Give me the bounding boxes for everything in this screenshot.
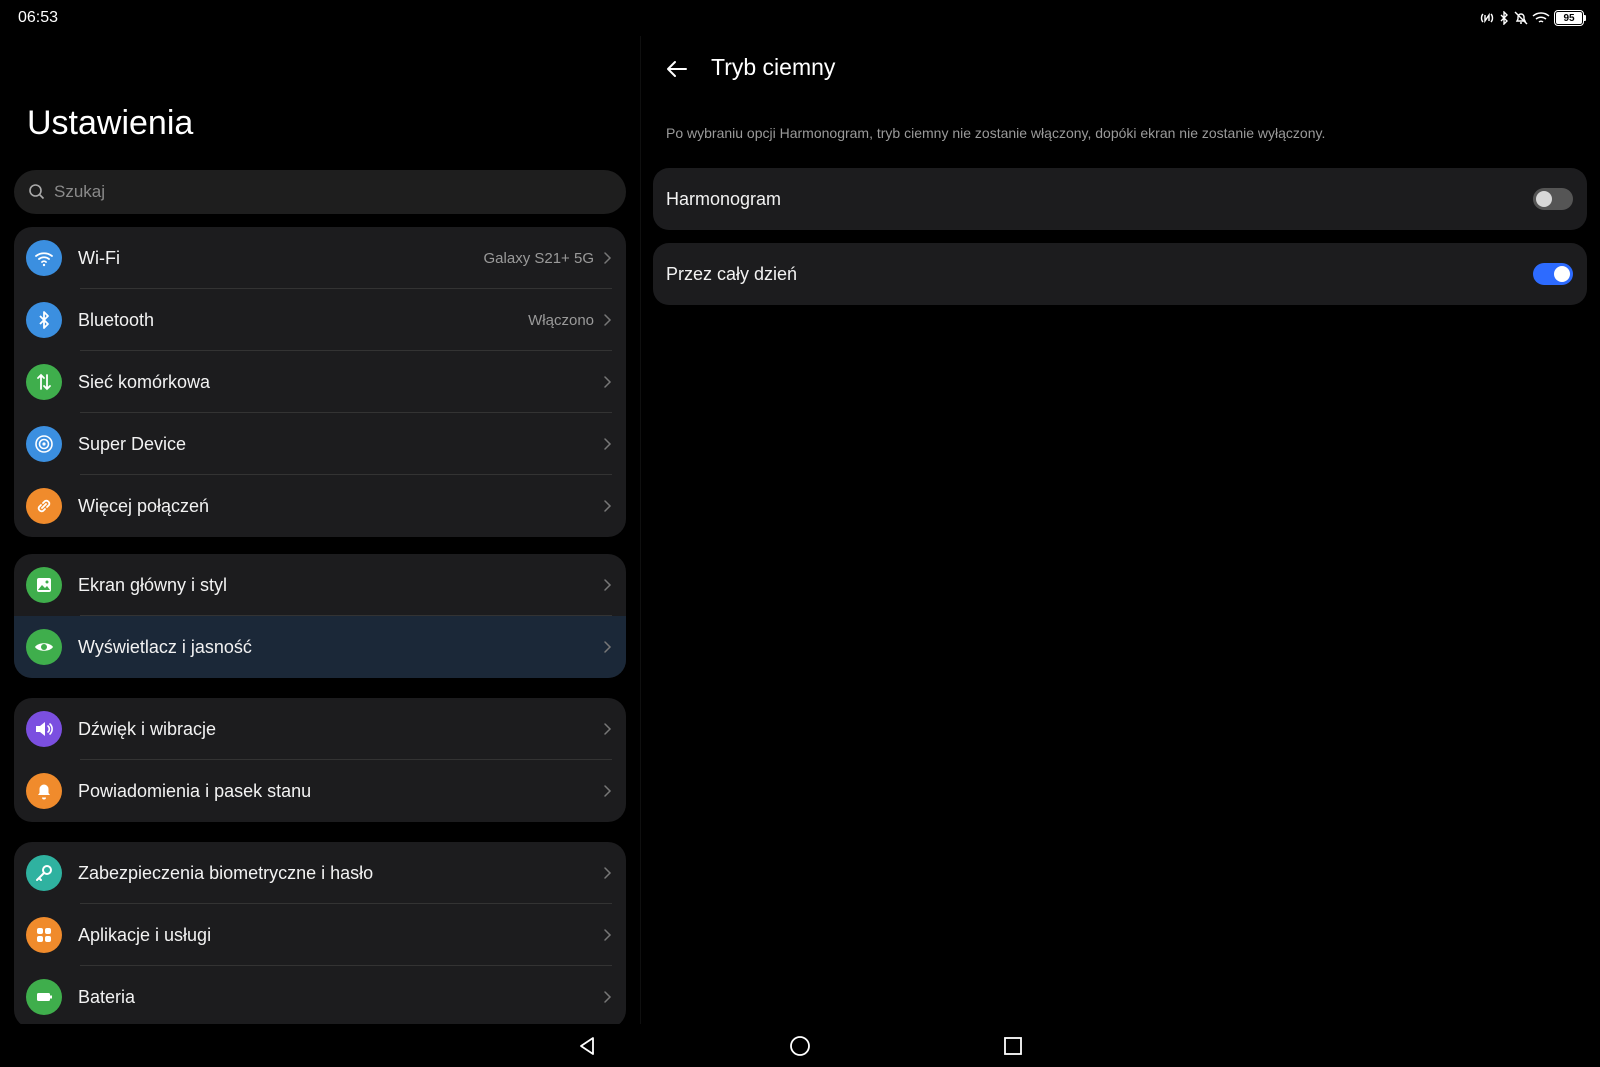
settings-item-label: Zabezpieczenia biometryczne i hasło bbox=[78, 862, 374, 883]
settings-item-value: Galaxy S21+ 5G bbox=[483, 249, 594, 267]
battery-indicator: 95 bbox=[1554, 10, 1586, 26]
settings-group-2: Ekran główny i styl Wyświetlacz i jasność bbox=[14, 554, 626, 678]
navigation-bar bbox=[0, 1024, 1600, 1067]
settings-item-label: Aplikacje i usługi bbox=[78, 924, 212, 945]
search-bar[interactable] bbox=[14, 170, 626, 214]
settings-item-label: Wi-Fi bbox=[78, 247, 120, 268]
search-input[interactable] bbox=[54, 182, 574, 202]
chevron-right-icon bbox=[604, 376, 612, 388]
settings-item-mobile-data[interactable]: Sieć komórkowa bbox=[14, 351, 626, 413]
settings-list-pane: Ustawienia Wi-FiGalaxy S21+ 5GBluetoothW… bbox=[0, 36, 640, 1024]
settings-item-image[interactable]: Ekran główny i styl bbox=[14, 554, 626, 616]
chevron-right-icon bbox=[604, 867, 612, 879]
dark-mode-pane: Tryb ciemny Po wybraniu opcji Harmonogra… bbox=[640, 36, 1600, 1024]
back-nav-icon[interactable] bbox=[575, 1034, 599, 1058]
schedule-toggle[interactable] bbox=[1533, 188, 1573, 210]
bluetooth-icon bbox=[26, 302, 62, 338]
speaker-icon bbox=[26, 711, 62, 747]
search-icon bbox=[29, 184, 45, 200]
battery-level: 95 bbox=[1556, 12, 1582, 24]
page-title: Ustawienia bbox=[27, 104, 194, 142]
settings-item-label: Bluetooth bbox=[78, 309, 155, 330]
key-icon bbox=[26, 855, 62, 891]
mute-bell-icon bbox=[1514, 11, 1528, 25]
chevron-right-icon bbox=[604, 579, 612, 591]
settings-item-value: Włączono bbox=[528, 311, 594, 329]
bell-icon bbox=[26, 773, 62, 809]
settings-item-eye[interactable]: Wyświetlacz i jasność bbox=[14, 616, 626, 678]
chevron-right-icon bbox=[604, 929, 612, 941]
option-all-day-label: Przez cały dzień bbox=[666, 263, 798, 284]
option-schedule[interactable]: Harmonogram bbox=[653, 168, 1587, 230]
mobile-data-icon bbox=[26, 364, 62, 400]
settings-item-battery[interactable]: Bateria bbox=[14, 966, 626, 1024]
settings-item-label: Powiadomienia i pasek stanu bbox=[78, 780, 312, 801]
settings-item-label: Bateria bbox=[78, 986, 136, 1007]
recents-nav-icon[interactable] bbox=[1001, 1034, 1025, 1058]
settings-item-link[interactable]: Więcej połączeń bbox=[14, 475, 626, 537]
dark-mode-title: Tryb ciemny bbox=[711, 54, 836, 80]
bluetooth-status-icon bbox=[1500, 11, 1508, 25]
apps-icon bbox=[26, 917, 62, 953]
chevron-right-icon bbox=[604, 314, 612, 326]
settings-item-label: Więcej połączeń bbox=[78, 495, 210, 516]
nfc-icon bbox=[1480, 12, 1494, 24]
settings-item-label: Sieć komórkowa bbox=[78, 371, 211, 392]
settings-group-3: Dźwięk i wibracje Powiadomienia i pasek s… bbox=[14, 698, 626, 822]
chevron-right-icon bbox=[604, 641, 612, 653]
back-arrow-icon[interactable] bbox=[664, 56, 690, 82]
status-icons: 95 bbox=[1480, 8, 1586, 28]
settings-group-1: Wi-Fi Galaxy S21+ 5G Bluetooth Włączono Sieć… bbox=[14, 227, 626, 537]
settings-item-bell[interactable]: Powiadomienia i pasek stanu bbox=[14, 760, 626, 822]
wifi-icon bbox=[26, 240, 62, 276]
settings-item-label: Super Device bbox=[78, 433, 187, 454]
settings-item-label: Dźwięk i wibracje bbox=[78, 718, 217, 739]
eye-icon bbox=[26, 629, 62, 665]
super-device-icon bbox=[26, 426, 62, 462]
option-all-day[interactable]: Przez cały dzień bbox=[653, 243, 1587, 305]
settings-item-apps[interactable]: Aplikacje i usługi bbox=[14, 904, 626, 966]
status-time: 06:53 bbox=[18, 9, 59, 26]
settings-item-super-device[interactable]: Super Device bbox=[14, 413, 626, 475]
settings-item-wifi[interactable]: Wi-Fi Galaxy S21+ 5G bbox=[14, 227, 626, 289]
chevron-right-icon bbox=[604, 252, 612, 264]
all-day-toggle[interactable] bbox=[1533, 263, 1573, 285]
wifi-status-icon bbox=[1532, 12, 1550, 23]
settings-item-label: Wyświetlacz i jasność bbox=[78, 636, 252, 657]
option-schedule-label: Harmonogram bbox=[666, 188, 782, 209]
chevron-right-icon bbox=[604, 438, 612, 450]
settings-group-4: Zabezpieczenia biometryczne i hasło Aplik… bbox=[14, 842, 626, 1024]
settings-item-bluetooth[interactable]: Bluetooth Włączono bbox=[14, 289, 626, 351]
chevron-right-icon bbox=[604, 991, 612, 1003]
chevron-right-icon bbox=[604, 723, 612, 735]
settings-item-speaker[interactable]: Dźwięk i wibracje bbox=[14, 698, 626, 760]
chevron-right-icon bbox=[604, 785, 612, 797]
image-icon bbox=[26, 567, 62, 603]
link-icon bbox=[26, 488, 62, 524]
settings-item-label: Ekran główny i styl bbox=[78, 574, 228, 595]
battery-icon bbox=[26, 979, 62, 1015]
chevron-right-icon bbox=[604, 500, 612, 512]
home-nav-icon[interactable] bbox=[788, 1034, 812, 1058]
status-bar: 06:53 95 bbox=[0, 0, 1600, 36]
settings-item-key[interactable]: Zabezpieczenia biometryczne i hasło bbox=[14, 842, 626, 904]
dark-mode-description: Po wybraniu opcji Harmonogram, tryb ciem… bbox=[666, 125, 1326, 141]
